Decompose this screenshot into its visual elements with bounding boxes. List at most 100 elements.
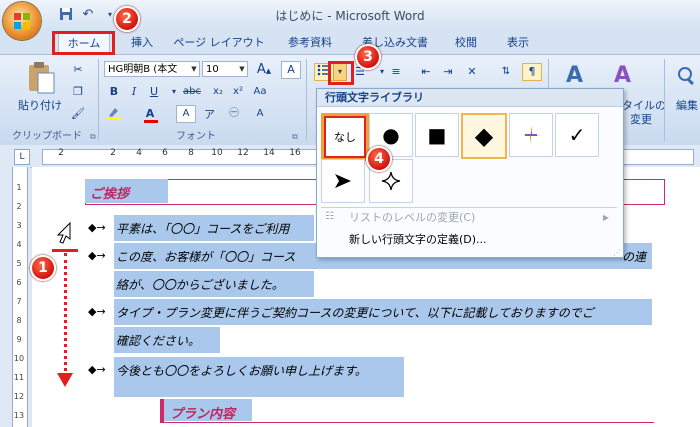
step-badge-2: 2 [114, 6, 140, 32]
highlight-icon[interactable] [104, 105, 124, 123]
phonetic-guide-icon[interactable]: ア [200, 105, 220, 123]
dialog-launcher-icon[interactable]: ⧉ [292, 132, 298, 142]
vertical-ruler-number: 6 [16, 278, 22, 287]
doc-line-1: 平素は、「〇〇」コースをご利用 [116, 222, 290, 236]
ruler-number: 14 [263, 148, 275, 158]
ruler-number [74, 148, 100, 158]
font-size-value: 10 [206, 64, 219, 75]
bold-icon[interactable]: B [104, 83, 124, 101]
dialog-launcher-icon[interactable]: ⧉ [90, 132, 96, 142]
bullet-option-colorful[interactable] [509, 113, 553, 157]
change-styles-label-2[interactable]: 変更 [630, 111, 652, 127]
paste-button-label[interactable]: 貼り付け [12, 97, 68, 113]
menu-define-new-bullet[interactable]: 新しい行頭文字の定義(D)... [325, 231, 615, 249]
drag-start-mark [52, 249, 78, 252]
grow-font-icon[interactable]: A▲ [254, 61, 274, 79]
superscript-icon[interactable]: x² [228, 83, 248, 101]
bullet-diamond-icon: ◆→ [88, 249, 106, 262]
change-level-label: リストのレベルの変更(C) [349, 211, 476, 224]
step-badge-1: 1 [30, 255, 56, 281]
editing-label[interactable]: 編集 [676, 97, 698, 113]
group-separator [306, 59, 307, 141]
doc-line-2-tail: の連 [622, 250, 647, 264]
highlight-box-home-tab [52, 31, 115, 55]
vertical-ruler-number: 1 [16, 183, 22, 192]
strikethrough-icon[interactable]: abc [182, 83, 202, 101]
font-size-combo[interactable]: 10 ▼ [202, 61, 248, 77]
doc-line-5: 確認ください。 [116, 334, 201, 348]
copy-icon[interactable]: ❐ [68, 83, 88, 101]
vertical-ruler-number: 3 [16, 221, 22, 230]
tab-insert[interactable]: 挿入 [122, 33, 162, 53]
clear-format-icon[interactable]: A [281, 61, 301, 79]
resize-grip-icon[interactable]: ⋰ [613, 248, 621, 257]
ruler-number: 12 [237, 148, 249, 158]
sort-icon[interactable]: ⇅ [496, 63, 516, 81]
find-icon[interactable] [676, 65, 698, 89]
bullet-library-title: 行頭文字ライブラリ [317, 89, 623, 107]
bullet-option-diamond[interactable]: ◆ [461, 113, 507, 159]
highlight-box-bullets-dropdown [328, 61, 354, 85]
group-separator [664, 59, 665, 141]
format-painter-icon[interactable]: 🖌 [68, 105, 88, 123]
heading-plan: プラン内容 [170, 407, 236, 422]
svg-text:ア: ア [204, 108, 215, 120]
enclose-characters-icon[interactable]: ㊀ [224, 105, 244, 123]
doc-line-4: タイプ・プラン変更に伴うご契約コースの変更について、以下に記載しておりますのでご [116, 306, 594, 320]
bullet-option-check[interactable]: ✓ [555, 113, 599, 157]
decrease-indent-icon[interactable]: ⇤ [416, 63, 436, 81]
list-level-icon: ☷ [325, 211, 334, 222]
chevron-down-icon: ▼ [239, 65, 245, 73]
ruler-number: 4 [136, 148, 142, 158]
bullet-option-square[interactable]: ■ [415, 113, 459, 157]
step-badge-4: 4 [366, 146, 392, 172]
filled-square-icon: ■ [427, 123, 447, 147]
font-name-combo[interactable]: HG明朝B (本文 ▼ [104, 61, 200, 77]
group-separator [98, 59, 99, 141]
ruler-number: 6 [162, 148, 168, 158]
cut-icon[interactable]: ✂ [68, 61, 88, 79]
window-title: はじめに - Microsoft Word [275, 9, 425, 23]
underline-icon[interactable]: U [144, 83, 164, 101]
paste-icon[interactable] [26, 61, 56, 95]
subscript-icon[interactable]: x₂ [208, 83, 228, 101]
change-case-icon[interactable]: Aa [250, 83, 270, 101]
quick-styles-icon[interactable]: A [566, 63, 596, 91]
font-color-icon[interactable]: A [140, 105, 160, 123]
ruler-number: 16 [289, 148, 301, 158]
vertical-ruler-number: 9 [16, 335, 22, 344]
italic-icon[interactable]: I [124, 83, 144, 101]
character-shading-icon[interactable]: A [250, 105, 270, 123]
filled-circle-icon: ● [382, 123, 400, 147]
vertical-ruler: 1 2 3 4 5 6 7 8 9 10 11 12 13 [0, 167, 30, 427]
chevron-right-icon: ▶ [602, 213, 609, 222]
vertical-ruler-number: 5 [16, 259, 22, 268]
bullet-diamond-icon: ◆→ [88, 305, 106, 318]
character-border-icon[interactable]: A [176, 105, 196, 123]
tab-page-layout[interactable]: ページ レイアウト [172, 33, 266, 53]
change-styles-icon[interactable]: A [614, 63, 644, 91]
increase-indent-icon[interactable]: ⇥ [438, 63, 458, 81]
vertical-ruler-number: 10 [13, 354, 25, 363]
tab-view[interactable]: 表示 [498, 33, 538, 53]
office-button[interactable] [3, 2, 41, 40]
tab-selector-icon[interactable]: L [14, 149, 30, 165]
clipboard-group-label: クリップボード [12, 131, 82, 142]
asian-layout-icon[interactable]: ✕ [462, 63, 482, 81]
tab-review[interactable]: 校閲 [446, 33, 486, 53]
tab-references[interactable]: 参考資料 [278, 33, 342, 53]
vertical-ruler-number: 4 [16, 240, 22, 249]
ruler-number: 10 [211, 148, 223, 158]
menu-change-list-level[interactable]: リストのレベルの変更(C) ▶ [325, 209, 615, 227]
bullet-option-none[interactable]: なし [321, 113, 369, 161]
show-formatting-icon[interactable]: ¶ [522, 63, 542, 81]
bullet-option-arrow[interactable] [321, 159, 365, 203]
chevron-down-icon[interactable]: ▾ [164, 83, 184, 101]
heading-goaisatsu: ご挨拶 [90, 187, 130, 202]
check-mark-icon: ✓ [568, 123, 586, 147]
multilevel-list-icon[interactable]: ≡ [386, 63, 406, 81]
four-point-star-icon [381, 171, 401, 191]
vertical-ruler-number: 11 [13, 373, 25, 382]
menu-separator [321, 207, 617, 208]
ruler-number: 8 [188, 148, 194, 158]
